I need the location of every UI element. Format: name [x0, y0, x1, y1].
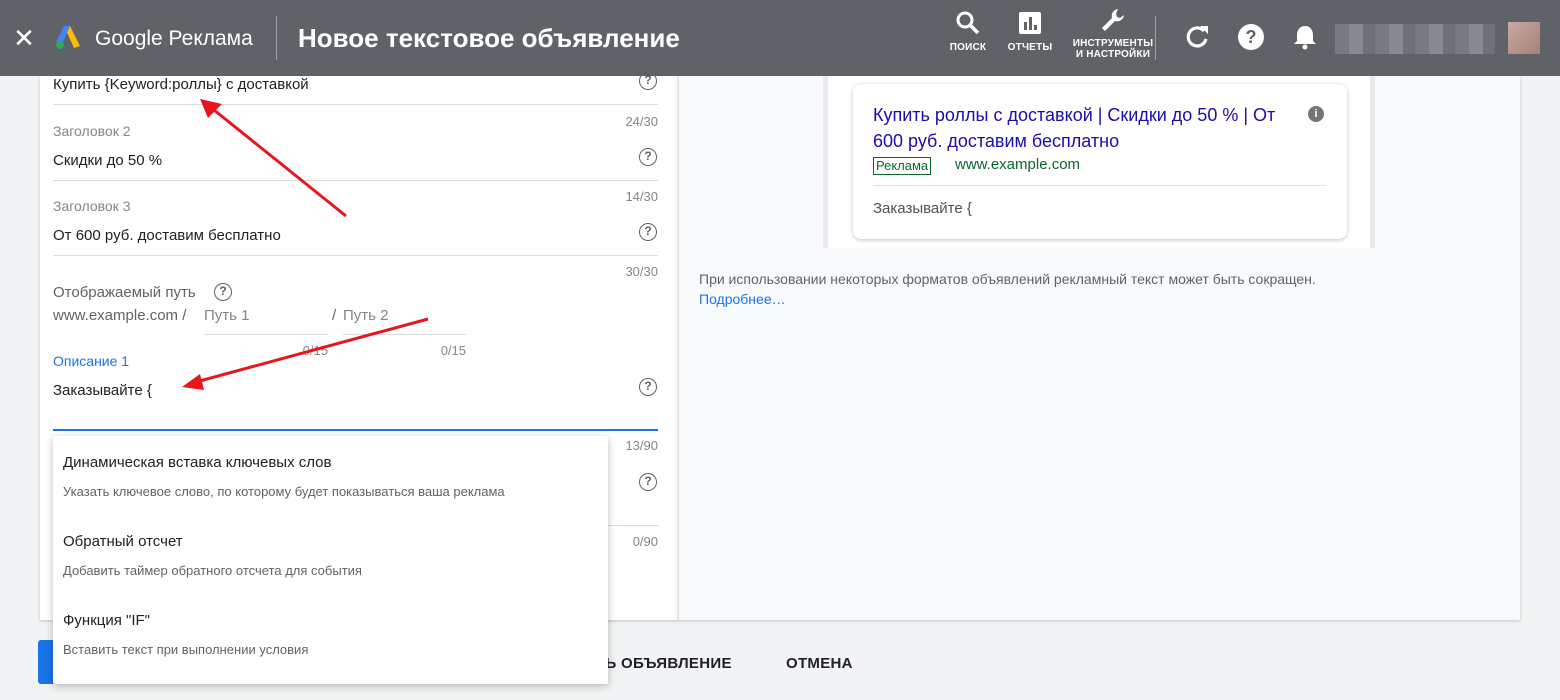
close-icon[interactable]: ✕: [12, 24, 36, 52]
headline3-help-icon[interactable]: ?: [639, 223, 657, 241]
info-icon[interactable]: i: [1308, 106, 1324, 122]
path1-underline: [204, 334, 328, 335]
dropdown-item-title: Динамическая вставка ключевых слов: [63, 454, 332, 471]
ad-preview-description: Заказывайте {: [873, 200, 972, 217]
description2-underline: [608, 525, 658, 526]
description2-help-icon[interactable]: ?: [639, 473, 657, 491]
search-icon: [956, 11, 980, 35]
wrench-icon: [1102, 9, 1124, 31]
headline1-input[interactable]: Купить {Keyword:роллы} с доставкой: [53, 76, 309, 93]
ad-customizer-dropdown: Динамическая вставка ключевых слов Указа…: [53, 436, 608, 684]
headline3-counter: 14/30: [625, 189, 658, 204]
headline2-label: Заголовок 2: [53, 123, 131, 139]
path1-counter: 0/15: [302, 343, 328, 358]
ad-preview-card: Купить роллы с доставкой | Скидки до 50 …: [853, 84, 1347, 239]
headline3-underline: [53, 255, 658, 256]
headline2-counter: 24/30: [625, 114, 658, 129]
headline1-underline: [53, 104, 658, 105]
description1-help-icon[interactable]: ?: [639, 378, 657, 396]
google-ads-logo-icon: [56, 26, 80, 49]
description2-counter: 0/90: [632, 534, 658, 549]
headline3-label: Заголовок 3: [53, 198, 131, 214]
svg-text:?: ?: [1246, 27, 1257, 47]
description1-label: Описание 1: [53, 353, 130, 369]
header-divider: [276, 16, 277, 60]
description1-underline-focused: [53, 429, 658, 431]
path2-underline: [343, 334, 466, 335]
dropdown-item-title: Функция "IF": [63, 612, 150, 629]
headline3-counter-after: 30/30: [625, 264, 658, 279]
refresh-icon[interactable]: [1182, 22, 1212, 52]
description1-input[interactable]: Заказывайте {: [53, 382, 152, 399]
display-path-help-icon[interactable]: ?: [214, 283, 232, 301]
tools-label-1: ИНСТРУМЕНТЫ: [1072, 38, 1154, 49]
path2-prefix: /: [332, 307, 337, 324]
help-icon[interactable]: ?: [1236, 22, 1266, 52]
avatar[interactable]: [1508, 22, 1540, 54]
path2-input[interactable]: Путь 2: [343, 307, 388, 324]
ad-badge: Реклама: [873, 157, 932, 175]
ad-preview-divider: [873, 185, 1326, 186]
dropdown-item-title: Обратный отсчет: [63, 533, 183, 550]
headline3-input[interactable]: От 600 руб. доставим бесплатно: [53, 227, 281, 244]
ad-preview-url: www.example.com: [955, 156, 1081, 173]
path1-input[interactable]: Путь 1: [204, 307, 249, 324]
headline2-input[interactable]: Скидки до 50 %: [53, 152, 162, 169]
save-ad-button[interactable]: ТЬ ОБЪЯВЛЕНИЕ: [596, 655, 732, 672]
reports-button[interactable]: ОТЧЕТЫ: [1005, 10, 1055, 53]
path2-counter: 0/15: [440, 343, 466, 358]
search-button[interactable]: ПОИСК: [945, 10, 991, 53]
page-title: Новое текстовое объявление: [298, 23, 680, 53]
dropdown-item-desc: Указать ключевое слово, по которому буде…: [63, 484, 505, 499]
reports-label: ОТЧЕТЫ: [1007, 42, 1053, 53]
tools-settings-button[interactable]: ИНСТРУМЕНТЫ И НАСТРОЙКИ: [1070, 6, 1156, 60]
header-divider-2: [1155, 16, 1156, 60]
headline2-underline: [53, 180, 658, 181]
brand-name: Google Реклама: [95, 27, 253, 50]
search-label: ПОИСК: [949, 42, 987, 53]
ad-preview-headline: Купить роллы с доставкой | Скидки до 50 …: [873, 105, 1276, 151]
top-app-bar: ✕ Google Реклама Новое текстовое объявле…: [0, 0, 1560, 76]
display-path-base: www.example.com /: [53, 307, 187, 324]
dropdown-item-desc: Вставить текст при выполнении условия: [63, 642, 309, 657]
headline1-help-icon[interactable]: ?: [639, 72, 657, 90]
cancel-button[interactable]: ОТМЕНА: [786, 655, 853, 672]
tools-label-2: И НАСТРОЙКИ: [1075, 49, 1151, 60]
truncation-note: При использовании некоторых форматов объ…: [699, 271, 1316, 287]
dropdown-item-desc: Добавить таймер обратного отсчета для со…: [63, 563, 362, 578]
description1-counter: 13/90: [625, 438, 658, 453]
account-info-blurred[interactable]: [1335, 24, 1495, 54]
reports-icon: [1019, 12, 1041, 34]
display-path-label: Отображаемый путь: [53, 284, 196, 301]
bell-icon[interactable]: [1290, 22, 1320, 52]
learn-more-link[interactable]: Подробнее…: [699, 291, 786, 307]
headline2-help-icon[interactable]: ?: [639, 148, 657, 166]
